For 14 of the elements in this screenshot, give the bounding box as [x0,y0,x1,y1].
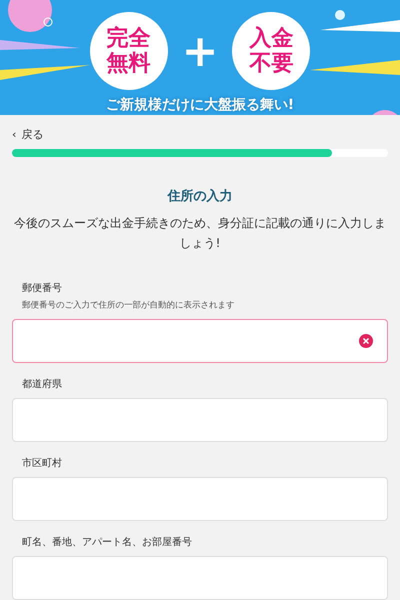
back-link[interactable]: ‹ 戻る [12,127,388,142]
page-title: 住所の入力 [166,188,234,205]
field-label: 町名、番地、アパート名、お部屋番号 [22,536,193,549]
field-label: 郵便番号 [22,282,63,295]
field-label: 市区町村 [22,456,63,470]
badge: 入金 不要 [232,12,310,90]
input-field[interactable] [12,319,388,363]
plus-sign: + [182,26,218,76]
error-icon[interactable] [359,334,373,348]
description: 今後のスムーズな出金手続きのため、身分証に記載の通りに入力しましょう! [13,215,387,252]
field-hint: 郵便番号のご入力で住所の一部が自動的に表示されます [22,300,236,311]
badge: 完全 無料 [90,12,168,90]
slogan: ご新規様だけに大盤振る舞い! [106,96,294,114]
field-label: 都道府県 [22,378,63,391]
